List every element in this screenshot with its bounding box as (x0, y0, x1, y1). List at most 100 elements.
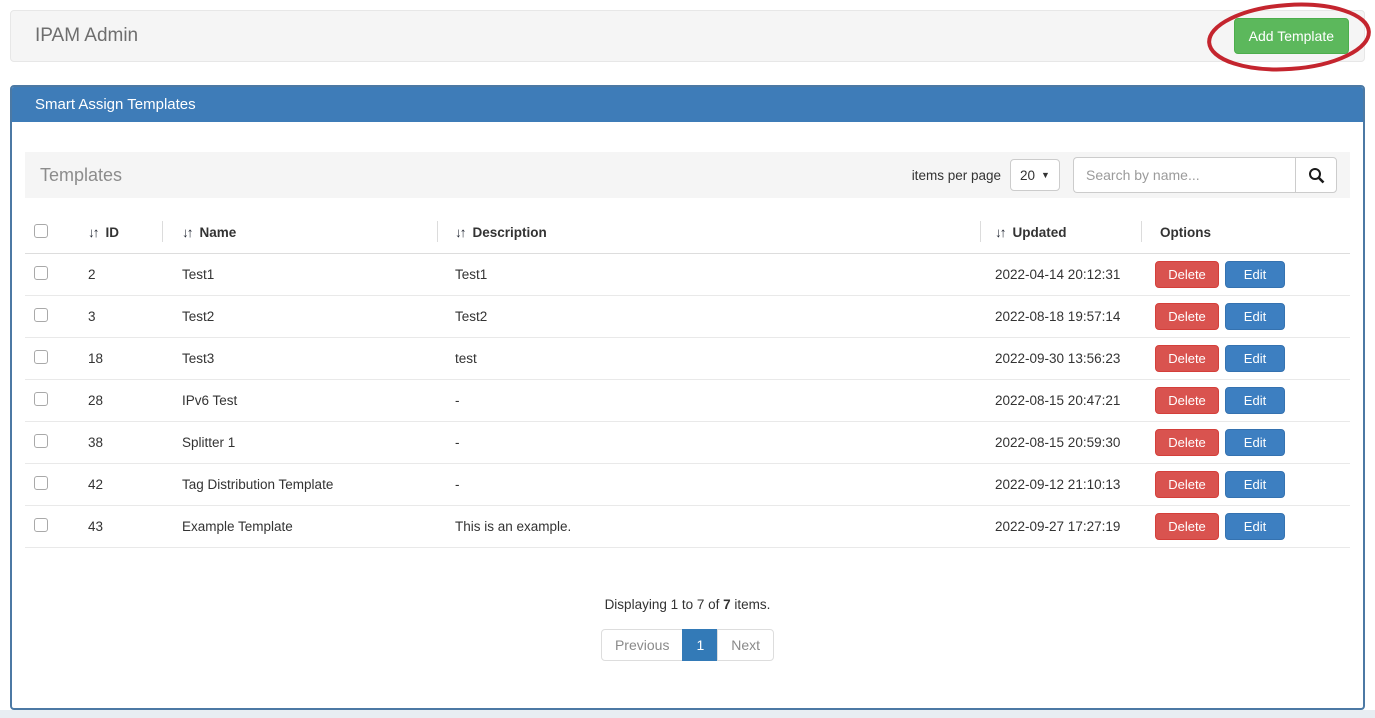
delete-button[interactable]: Delete (1155, 261, 1219, 288)
edit-button[interactable]: Edit (1225, 345, 1285, 372)
delete-button[interactable]: Delete (1155, 387, 1219, 414)
cell-updated: 2022-08-18 19:57:14 (980, 296, 1141, 338)
cell-name: Splitter 1 (162, 422, 437, 464)
table-row: 2Test1Test12022-04-14 20:12:31DeleteEdit (25, 254, 1350, 296)
cell-id: 43 (75, 506, 162, 548)
items-per-page-select[interactable]: 20 ▼ (1010, 159, 1060, 191)
page-title: IPAM Admin (35, 25, 138, 47)
cell-name: Test1 (162, 254, 437, 296)
cell-description: test (437, 338, 980, 380)
toolbar-controls: items per page 20 ▼ (912, 157, 1337, 193)
cell-options: DeleteEdit (1141, 380, 1350, 422)
sort-icon: ↓↑ (88, 225, 98, 240)
delete-button[interactable]: Delete (1155, 345, 1219, 372)
sort-icon: ↓↑ (455, 225, 465, 240)
edit-button[interactable]: Edit (1225, 261, 1285, 288)
edit-button[interactable]: Edit (1225, 513, 1285, 540)
cell-options: DeleteEdit (1141, 422, 1350, 464)
row-checkbox-cell (25, 380, 75, 422)
cell-name: Tag Distribution Template (162, 464, 437, 506)
templates-table: ↓↑ID ↓↑Name ↓↑Description ↓↑Updated Opti (25, 212, 1350, 548)
header-id[interactable]: ↓↑ID (75, 212, 162, 254)
next-page-button[interactable]: Next (717, 629, 774, 661)
delete-button[interactable]: Delete (1155, 429, 1219, 456)
cell-id: 3 (75, 296, 162, 338)
cell-options: DeleteEdit (1141, 296, 1350, 338)
cell-updated: 2022-08-15 20:47:21 (980, 380, 1141, 422)
cell-updated: 2022-09-27 17:27:19 (980, 506, 1141, 548)
edit-button[interactable]: Edit (1225, 429, 1285, 456)
delete-button[interactable]: Delete (1155, 303, 1219, 330)
table-row: 43Example TemplateThis is an example.202… (25, 506, 1350, 548)
cell-id: 38 (75, 422, 162, 464)
cell-options: DeleteEdit (1141, 338, 1350, 380)
displaying-summary: Displaying 1 to 7 of 7 items. (25, 597, 1350, 612)
delete-button[interactable]: Delete (1155, 513, 1219, 540)
cell-id: 18 (75, 338, 162, 380)
cell-description: Test2 (437, 296, 980, 338)
row-checkbox[interactable] (34, 392, 48, 406)
row-checkbox-cell (25, 464, 75, 506)
row-checkbox-cell (25, 338, 75, 380)
cell-description: This is an example. (437, 506, 980, 548)
row-checkbox-cell (25, 506, 75, 548)
cell-description: Test1 (437, 254, 980, 296)
header-options: Options (1141, 212, 1350, 254)
row-checkbox[interactable] (34, 266, 48, 280)
cell-id: 42 (75, 464, 162, 506)
top-header-bar: IPAM Admin Add Template (10, 10, 1365, 62)
previous-page-button[interactable]: Previous (601, 629, 683, 661)
select-all-checkbox[interactable] (34, 224, 48, 238)
cell-name: IPv6 Test (162, 380, 437, 422)
cell-updated: 2022-09-30 13:56:23 (980, 338, 1141, 380)
caret-down-icon: ▼ (1041, 171, 1050, 180)
cell-updated: 2022-04-14 20:12:31 (980, 254, 1141, 296)
row-checkbox-cell (25, 254, 75, 296)
edit-button[interactable]: Edit (1225, 471, 1285, 498)
cell-name: Test3 (162, 338, 437, 380)
items-per-page-label: items per page (912, 168, 1001, 183)
cell-updated: 2022-09-12 21:10:13 (980, 464, 1141, 506)
current-page-button[interactable]: 1 (682, 629, 718, 661)
table-row: 38Splitter 1-2022-08-15 20:59:30DeleteEd… (25, 422, 1350, 464)
table-row: 42Tag Distribution Template-2022-09-12 2… (25, 464, 1350, 506)
row-checkbox[interactable] (34, 434, 48, 448)
table-row: 3Test2Test22022-08-18 19:57:14DeleteEdit (25, 296, 1350, 338)
row-checkbox[interactable] (34, 308, 48, 322)
pagination: Previous 1 Next (25, 629, 1350, 661)
row-checkbox[interactable] (34, 476, 48, 490)
header-description[interactable]: ↓↑Description (437, 212, 980, 254)
cell-options: DeleteEdit (1141, 464, 1350, 506)
header-name[interactable]: ↓↑Name (162, 212, 437, 254)
panel-body: Templates items per page 20 ▼ (12, 122, 1363, 661)
edit-button[interactable]: Edit (1225, 303, 1285, 330)
cell-id: 2 (75, 254, 162, 296)
total-count: 7 (723, 597, 731, 612)
panel-heading: Smart Assign Templates (12, 87, 1363, 122)
header-updated[interactable]: ↓↑Updated (980, 212, 1141, 254)
cell-id: 28 (75, 380, 162, 422)
search-input[interactable] (1073, 157, 1295, 193)
panel-title: Smart Assign Templates (35, 96, 196, 113)
templates-title: Templates (40, 165, 122, 186)
cell-options: DeleteEdit (1141, 506, 1350, 548)
table-row: 18Test3test2022-09-30 13:56:23DeleteEdit (25, 338, 1350, 380)
edit-button[interactable]: Edit (1225, 387, 1285, 414)
search-group (1073, 157, 1337, 193)
row-checkbox-cell (25, 296, 75, 338)
row-checkbox[interactable] (34, 350, 48, 364)
table-body: 2Test1Test12022-04-14 20:12:31DeleteEdit… (25, 254, 1350, 548)
sort-icon: ↓↑ (182, 225, 192, 240)
cell-description: - (437, 422, 980, 464)
cell-name: Test2 (162, 296, 437, 338)
cell-updated: 2022-08-15 20:59:30 (980, 422, 1141, 464)
search-button[interactable] (1295, 157, 1337, 193)
row-checkbox[interactable] (34, 518, 48, 532)
delete-button[interactable]: Delete (1155, 471, 1219, 498)
row-checkbox-cell (25, 422, 75, 464)
cell-name: Example Template (162, 506, 437, 548)
add-template-button[interactable]: Add Template (1234, 18, 1349, 54)
smart-assign-templates-panel: Smart Assign Templates Templates items p… (10, 85, 1365, 710)
items-per-page-value: 20 (1020, 168, 1035, 183)
sort-icon: ↓↑ (995, 225, 1005, 240)
